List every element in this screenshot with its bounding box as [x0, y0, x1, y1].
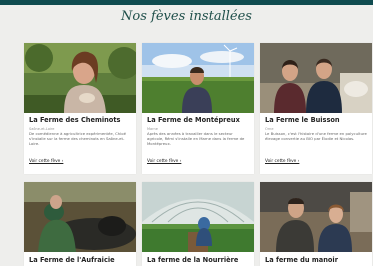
- view-farm-link[interactable]: Voir cette fève ›: [265, 159, 299, 164]
- farm-photo: [260, 182, 372, 252]
- farm-photo: [260, 43, 372, 113]
- header-bar: [0, 0, 373, 5]
- farm-card-cheminots[interactable]: La Ferme des Cheminots Saône-et-Loire De…: [24, 43, 136, 174]
- farm-description: Le Buisson, c'est l'histoire d'une ferme…: [265, 131, 367, 141]
- farm-name: La Ferme de Montépreux: [147, 116, 240, 124]
- farm-name: La Ferme de l'Aufraicie: [29, 256, 115, 264]
- farm-card-montepreux[interactable]: La Ferme de Montépreux Marne Après des a…: [142, 43, 254, 174]
- farm-name: La Ferme des Cheminots: [29, 116, 121, 124]
- farm-name: La ferme de la Nourrière: [147, 256, 239, 264]
- farm-name: La ferme du manoir: [265, 256, 338, 264]
- farm-card-manoir[interactable]: La ferme du manoir: [260, 182, 372, 266]
- farm-card-aufraicie[interactable]: La Ferme de l'Aufraicie: [24, 182, 136, 266]
- farm-card-buisson[interactable]: La Ferme le Buisson Orne Le Buisson, c'e…: [260, 43, 372, 174]
- view-farm-link[interactable]: Voir cette fève ›: [29, 159, 63, 164]
- farm-photo: [24, 182, 136, 252]
- farm-card-nourriere[interactable]: La ferme de la Nourrière: [142, 182, 254, 266]
- farm-description: De comédienne à agricultrice expérimenté…: [29, 131, 126, 146]
- farm-name: La Ferme le Buisson: [265, 116, 340, 124]
- section-title: Nos fèves installées: [121, 9, 252, 24]
- farm-description: Après des années à travailler dans le se…: [147, 131, 245, 146]
- view-farm-link[interactable]: Voir cette fève ›: [147, 159, 181, 164]
- farm-photo: [142, 182, 254, 252]
- farm-photo: [24, 43, 136, 113]
- farm-photo: [142, 43, 254, 113]
